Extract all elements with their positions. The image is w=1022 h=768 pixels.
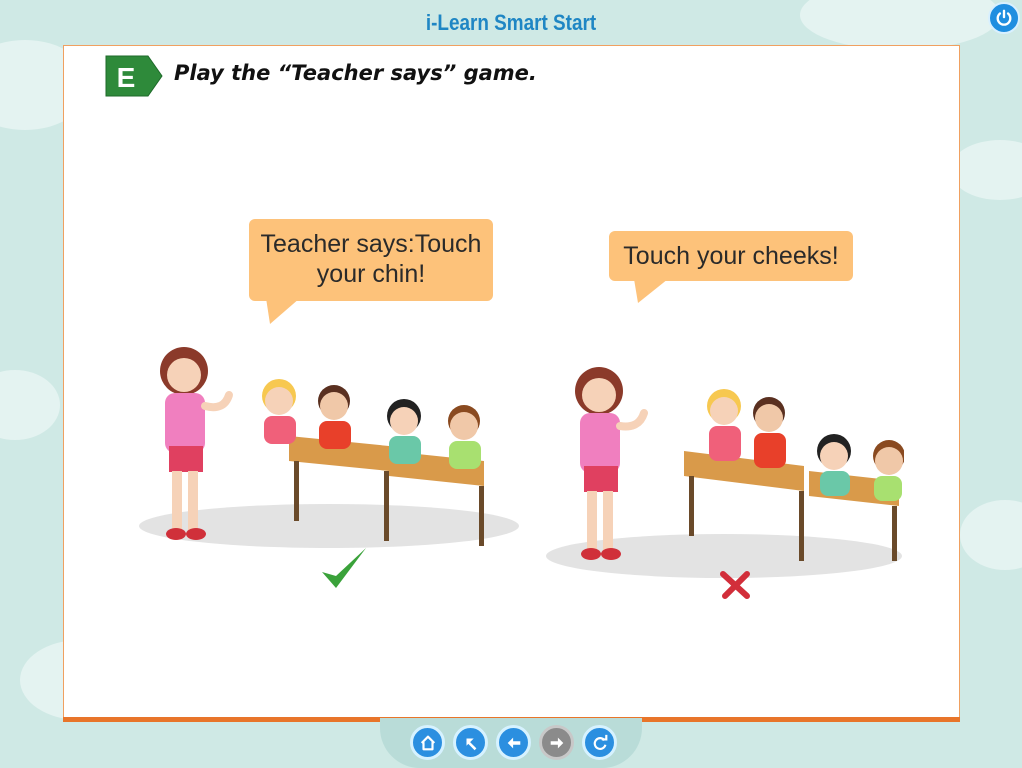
back-button[interactable] (496, 725, 531, 760)
home-button[interactable] (410, 725, 445, 760)
speech-bubble-line: Teacher says:Touch (260, 230, 482, 258)
classroom-scene-left (139, 347, 519, 548)
arrow-up-left-icon (466, 738, 476, 750)
app-title: i-Learn Smart Start (425, 10, 597, 35)
background-cloud (950, 140, 1022, 200)
speech-bubble-tail (634, 279, 668, 303)
check-icon (322, 548, 366, 588)
exercise-panel: E Play the “Teacher says” game. Teacher … (63, 45, 960, 722)
exercise-badge: E (105, 55, 163, 97)
cross-icon (720, 571, 750, 599)
teacher-figure (575, 367, 648, 560)
speech-bubble-line: your chin! (316, 260, 426, 288)
background-cloud (960, 500, 1022, 570)
forward-button (539, 725, 574, 760)
power-icon (996, 9, 1012, 26)
refresh-icon (593, 734, 607, 750)
refresh-button[interactable] (582, 725, 617, 760)
power-button[interactable] (988, 2, 1020, 34)
home-icon (420, 735, 435, 750)
speech-bubble-right: Touch your cheeks! (609, 231, 853, 281)
up-button[interactable] (453, 725, 488, 760)
background-cloud (0, 370, 60, 440)
exercise-badge-letter: E (117, 62, 136, 93)
instruction-text: Play the “Teacher says” game. (174, 61, 537, 85)
speech-bubble-tail (266, 298, 300, 324)
arrow-left-icon (507, 737, 520, 748)
arrow-right-icon (550, 737, 563, 748)
classroom-scene-right (546, 367, 904, 578)
speech-bubble-left: Teacher says:Touch your chin! (249, 219, 493, 301)
student-figures (707, 389, 904, 501)
